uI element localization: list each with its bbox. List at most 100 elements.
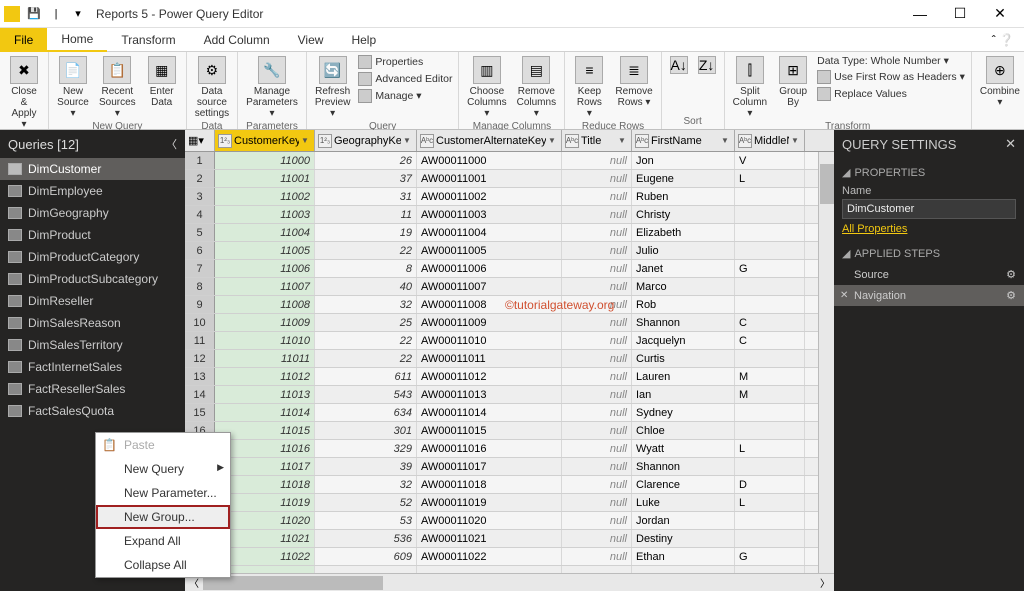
close-window-button[interactable]: ✕ xyxy=(980,0,1020,28)
cell[interactable]: Janet xyxy=(632,260,735,277)
table-row[interactable]: 211102053AW00011020nullJordan xyxy=(185,512,834,530)
column-header[interactable]: AᵇcMiddleNa▼ xyxy=(735,130,805,151)
queries-collapse-icon[interactable]: 〈 xyxy=(166,136,177,152)
cell[interactable]: AW00011013 xyxy=(417,386,562,403)
cell[interactable]: Jacquelyn xyxy=(632,332,735,349)
cell[interactable]: 11009 xyxy=(215,314,315,331)
cell[interactable]: Ethan xyxy=(632,548,735,565)
split-column-button[interactable]: ⫿Split Column ▾ xyxy=(729,54,771,121)
tab-transform[interactable]: Transform xyxy=(107,28,189,52)
cell[interactable]: Elizabeth xyxy=(632,224,735,241)
all-properties-link[interactable]: All Properties xyxy=(842,219,907,239)
cell[interactable]: Marco xyxy=(632,278,735,295)
cell[interactable]: Chloe xyxy=(632,422,735,439)
cell[interactable] xyxy=(735,422,805,439)
column-header[interactable]: 1²₃GeographyKey▼ xyxy=(315,130,417,151)
cm-expand-all[interactable]: Expand All xyxy=(96,529,230,553)
query-item[interactable]: FactResellerSales xyxy=(0,378,185,400)
cell[interactable] xyxy=(735,206,805,223)
cm-collapse-all[interactable]: Collapse All xyxy=(96,553,230,577)
cm-new-query[interactable]: New Query▶ xyxy=(96,457,230,481)
cell[interactable]: 25 xyxy=(315,314,417,331)
table-row[interactable]: 91100832AW00011008nullRob xyxy=(185,296,834,314)
table-row[interactable]: 2311022609AW00011022nullEthanG xyxy=(185,548,834,566)
cell[interactable]: AW00011016 xyxy=(417,440,562,457)
cell[interactable]: Jordan xyxy=(632,512,735,529)
remove-rows-button[interactable]: ≣Remove Rows ▾ xyxy=(611,54,656,110)
table-row[interactable]: 181101739AW00011017nullShannon xyxy=(185,458,834,476)
group-by-button[interactable]: ⊞Group By xyxy=(773,54,813,110)
cell[interactable]: 11013 xyxy=(215,386,315,403)
cell[interactable]: D xyxy=(735,476,805,493)
table-row[interactable]: 24 xyxy=(185,566,834,573)
table-row[interactable]: 1311012611AW00011012nullLaurenM xyxy=(185,368,834,386)
cell[interactable]: C xyxy=(735,332,805,349)
query-item[interactable]: DimGeography xyxy=(0,202,185,224)
cell[interactable]: null xyxy=(562,170,632,187)
table-row[interactable]: 101100925AW00011009nullShannonC xyxy=(185,314,834,332)
cell[interactable]: AW00011019 xyxy=(417,494,562,511)
applied-step[interactable]: Source⚙ xyxy=(834,264,1024,285)
cell[interactable]: AW00011009 xyxy=(417,314,562,331)
cell[interactable]: AW00011014 xyxy=(417,404,562,421)
cell[interactable]: AW00011011 xyxy=(417,350,562,367)
vertical-scrollbar[interactable] xyxy=(818,152,834,573)
query-item[interactable]: DimCustomer xyxy=(0,158,185,180)
tab-view[interactable]: View xyxy=(284,28,338,52)
cell[interactable]: null xyxy=(562,458,632,475)
table-row[interactable]: 121101122AW00011011nullCurtis xyxy=(185,350,834,368)
cell[interactable]: 329 xyxy=(315,440,417,457)
column-header[interactable]: AᵇcTitle▼ xyxy=(562,130,632,151)
cell[interactable]: AW00011000 xyxy=(417,152,562,169)
grid-corner[interactable]: ▦▾ xyxy=(185,130,215,151)
cell[interactable]: Shannon xyxy=(632,314,735,331)
cell[interactable]: 301 xyxy=(315,422,417,439)
cm-new-group[interactable]: New Group... xyxy=(96,505,230,529)
close-apply-button[interactable]: ✖ Close & Apply ▾ xyxy=(4,54,44,132)
cell[interactable]: Jon xyxy=(632,152,735,169)
query-item[interactable]: DimReseller xyxy=(0,290,185,312)
cell[interactable]: 11 xyxy=(315,206,417,223)
keep-rows-button[interactable]: ≡Keep Rows ▾ xyxy=(569,54,609,121)
cell[interactable]: Eugene xyxy=(632,170,735,187)
query-item[interactable]: FactSalesQuota xyxy=(0,400,185,422)
cell[interactable]: 634 xyxy=(315,404,417,421)
cell[interactable]: AW00011022 xyxy=(417,548,562,565)
cell[interactable]: 11004 xyxy=(215,224,315,241)
tab-add-column[interactable]: Add Column xyxy=(190,28,284,52)
cell[interactable] xyxy=(735,530,805,547)
combine-button[interactable]: ⊕Combine ▾ xyxy=(976,54,1024,110)
tab-file[interactable]: File xyxy=(0,28,47,52)
tab-home[interactable]: Home xyxy=(47,28,107,52)
cell[interactable]: 22 xyxy=(315,242,417,259)
cell[interactable]: null xyxy=(562,314,632,331)
cell[interactable] xyxy=(735,296,805,313)
table-row[interactable]: 41100311AW00011003nullChristy xyxy=(185,206,834,224)
cell[interactable]: Ian xyxy=(632,386,735,403)
cell[interactable]: AW00011012 xyxy=(417,368,562,385)
enter-data-button[interactable]: ▦Enter Data xyxy=(142,54,182,110)
cell[interactable]: 22 xyxy=(315,332,417,349)
remove-columns-button[interactable]: ▤Remove Columns ▾ xyxy=(512,54,560,121)
table-row[interactable]: 111101022AW00011010nullJacquelynC xyxy=(185,332,834,350)
cell[interactable]: null xyxy=(562,386,632,403)
cell[interactable]: 536 xyxy=(315,530,417,547)
cell[interactable]: null xyxy=(562,278,632,295)
cell[interactable]: null xyxy=(562,422,632,439)
column-header[interactable]: 1²₃CustomerKey▼ xyxy=(215,130,315,151)
cell[interactable] xyxy=(632,566,735,573)
cell[interactable]: V xyxy=(735,152,805,169)
table-row[interactable]: 21100137AW00011001nullEugeneL xyxy=(185,170,834,188)
cell[interactable]: Lauren xyxy=(632,368,735,385)
cell[interactable]: AW00011002 xyxy=(417,188,562,205)
cell[interactable] xyxy=(315,566,417,573)
sort-asc-button[interactable]: A↓ xyxy=(666,54,692,78)
first-row-headers-button[interactable]: Use First Row as Headers ▾ xyxy=(815,69,967,85)
cell[interactable]: Shannon xyxy=(632,458,735,475)
cell[interactable]: Clarence xyxy=(632,476,735,493)
cell[interactable] xyxy=(417,566,562,573)
cell[interactable]: null xyxy=(562,530,632,547)
cell[interactable]: 11002 xyxy=(215,188,315,205)
new-source-button[interactable]: 📄New Source ▾ xyxy=(53,54,93,121)
cm-new-parameter[interactable]: New Parameter... xyxy=(96,481,230,505)
